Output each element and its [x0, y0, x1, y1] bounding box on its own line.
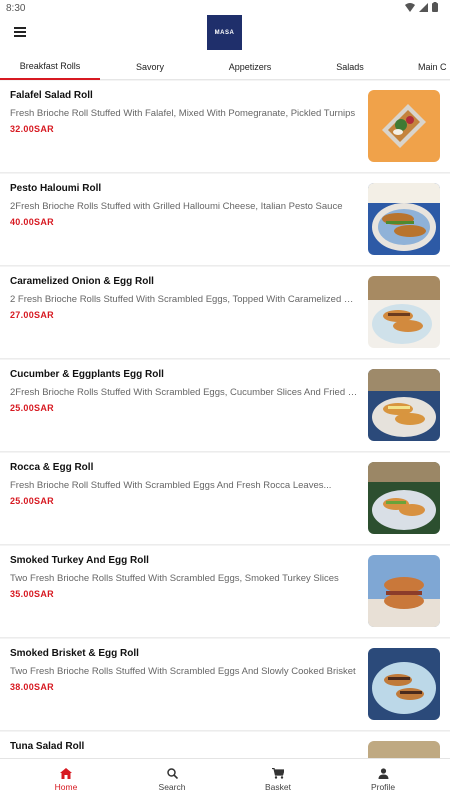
- bottom-navigation: Home Search Basket Profile: [0, 758, 450, 800]
- nav-search-label: Search: [158, 782, 186, 792]
- status-bar: 8:30: [0, 0, 450, 16]
- item-description: 2Fresh Brioche Rolls Stuffed With Scramb…: [10, 387, 360, 398]
- item-price: 25.00SAR: [10, 496, 54, 506]
- cart-icon: [272, 768, 284, 779]
- item-price: 32.00SAR: [10, 124, 54, 134]
- status-time: 8:30: [6, 3, 26, 14]
- search-icon: [166, 768, 178, 779]
- item-name: Cucumber & Eggplants Egg Roll: [10, 369, 164, 380]
- nav-basket[interactable]: Basket: [248, 759, 308, 800]
- item-name: Smoked Turkey And Egg Roll: [10, 555, 149, 566]
- item-price: 25.00SAR: [10, 403, 54, 413]
- battery-icon: [432, 2, 438, 12]
- app-header: MASA: [0, 15, 450, 54]
- item-image[interactable]: [368, 183, 440, 255]
- list-item[interactable]: Caramelized Onion & Egg Roll 2 Fresh Bri…: [0, 267, 450, 359]
- tab-appetizers[interactable]: Appetizers: [215, 54, 285, 80]
- nav-search[interactable]: Search: [142, 759, 202, 800]
- wifi-icon: [405, 2, 415, 12]
- nav-profile[interactable]: Profile: [353, 759, 413, 800]
- nav-home[interactable]: Home: [36, 759, 96, 800]
- list-item[interactable]: Falafel Salad Roll Fresh Brioche Roll St…: [0, 81, 450, 173]
- item-description: Two Fresh Brioche Rolls Stuffed With Scr…: [10, 573, 339, 584]
- item-name: Tuna Salad Roll: [10, 741, 85, 752]
- item-description: Two Fresh Brioche Rolls Stuffed With Scr…: [10, 666, 356, 677]
- profile-icon: [378, 768, 388, 779]
- item-image[interactable]: [368, 648, 440, 720]
- item-name: Pesto Haloumi Roll: [10, 183, 102, 194]
- category-tabs: Breakfast Rolls Savory Appetizers Salads…: [0, 54, 450, 80]
- tab-salads[interactable]: Salads: [320, 54, 380, 80]
- item-image[interactable]: [368, 741, 440, 758]
- item-image[interactable]: [368, 369, 440, 441]
- item-price: 35.00SAR: [10, 589, 54, 599]
- list-item[interactable]: Smoked Brisket & Egg Roll Two Fresh Brio…: [0, 639, 450, 731]
- item-name: Falafel Salad Roll: [10, 90, 93, 101]
- list-item[interactable]: Rocca & Egg Roll Fresh Brioche Roll Stuf…: [0, 453, 450, 545]
- item-name: Smoked Brisket & Egg Roll: [10, 648, 139, 659]
- home-icon: [60, 768, 72, 779]
- list-item[interactable]: Tuna Salad Roll: [0, 732, 450, 758]
- nav-home-label: Home: [54, 782, 78, 792]
- nav-basket-label: Basket: [265, 782, 291, 792]
- list-item[interactable]: Pesto Haloumi Roll 2Fresh Brioche Rolls …: [0, 174, 450, 266]
- item-description: 2 Fresh Brioche Rolls Stuffed With Scram…: [10, 294, 360, 305]
- status-icons: [405, 2, 438, 12]
- tab-main-courses[interactable]: Main C: [418, 54, 450, 80]
- item-price: 27.00SAR: [10, 310, 54, 320]
- item-price: 40.00SAR: [10, 217, 54, 227]
- item-image[interactable]: [368, 555, 440, 627]
- item-image[interactable]: [368, 462, 440, 534]
- item-description: Fresh Brioche Roll Stuffed With Scramble…: [10, 480, 332, 491]
- item-description: 2Fresh Brioche Rolls Stuffed with Grille…: [10, 201, 343, 212]
- brand-logo: MASA: [207, 15, 242, 50]
- item-name: Caramelized Onion & Egg Roll: [10, 276, 154, 287]
- product-list: Falafel Salad Roll Fresh Brioche Roll St…: [0, 81, 450, 758]
- list-item[interactable]: Cucumber & Eggplants Egg Roll 2Fresh Bri…: [0, 360, 450, 452]
- item-description: Fresh Brioche Roll Stuffed With Falafel,…: [10, 108, 356, 119]
- item-price: 38.00SAR: [10, 682, 54, 692]
- signal-icon: [419, 2, 428, 12]
- tab-breakfast-rolls[interactable]: Breakfast Rolls: [0, 54, 100, 80]
- list-item[interactable]: Smoked Turkey And Egg Roll Two Fresh Bri…: [0, 546, 450, 638]
- item-image[interactable]: [368, 276, 440, 348]
- item-name: Rocca & Egg Roll: [10, 462, 94, 473]
- nav-profile-label: Profile: [370, 782, 396, 792]
- hamburger-menu-icon[interactable]: [14, 27, 26, 37]
- item-image[interactable]: [368, 90, 440, 162]
- tab-savory[interactable]: Savory: [120, 54, 180, 80]
- logo-text: MASA: [214, 29, 235, 36]
